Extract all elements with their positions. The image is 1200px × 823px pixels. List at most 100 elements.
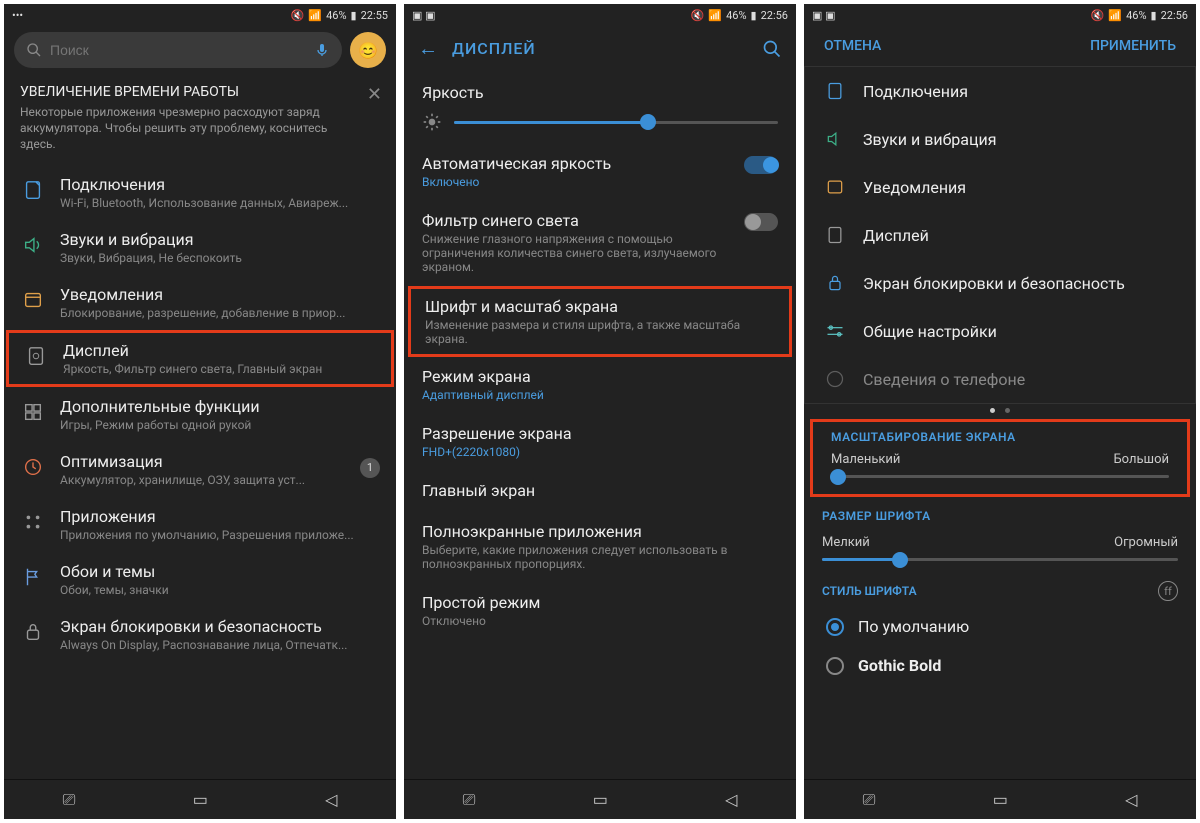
row-maintenance[interactable]: ОптимизацияАккумулятор, хранилище, ОЗУ, … [4,442,396,497]
font-style-default[interactable]: По умолчанию [804,607,1196,646]
back-icon[interactable]: ← [418,36,438,61]
battery-percent: 46% [1126,9,1146,22]
screen-zoom-block: МАСШТАБИРОВАНИЕ ЭКРАНА Маленький Большой [810,419,1190,497]
back-button[interactable]: ◁ [1125,790,1137,809]
screen-header: ← ДИСПЛЕЙ [404,26,796,71]
row-wallpaper[interactable]: Обои и темыОбои, темы, значки [4,552,396,607]
settings-icon [823,319,847,343]
row-apps[interactable]: ПриложенияПриложения по умолчанию, Разре… [4,497,396,552]
close-icon[interactable]: ✕ [367,84,382,105]
status-left-icons: ▣ ▣ [812,9,836,22]
radio-unselected[interactable] [826,657,844,675]
row-resolution[interactable]: Разрешение экрана FHD+(2220x1080) [404,414,796,471]
font-download-icon[interactable]: ff [1158,581,1178,601]
recents-button[interactable]: ⎚ [63,790,76,810]
home-button[interactable]: ▭ [193,790,208,809]
home-button[interactable]: ▭ [993,790,1008,809]
search-input[interactable] [50,42,306,58]
mic-icon[interactable] [314,42,330,58]
screen-zoom-slider[interactable] [831,475,1169,478]
back-button[interactable]: ◁ [725,790,737,809]
font-size-block: Мелкий Огромный [804,527,1196,571]
cat-sounds: Звуки и вибрация [805,115,1195,163]
font-small-label: Мелкий [822,535,870,550]
row-display[interactable]: ДисплейЯркость, Фильтр синего света, Гла… [6,330,394,387]
cat-display: Дисплей [805,211,1195,259]
search-box[interactable] [14,32,342,68]
notification-icon [823,175,847,199]
screen-zoom-heading: МАСШТАБИРОВАНИЕ ЭКРАНА [827,426,1173,448]
font-style-heading: СТИЛЬ ШРИФТА [822,584,917,598]
apps-icon [20,509,46,535]
battery-banner[interactable]: УВЕЛИЧЕНИЕ ВРЕМЕНИ РАБОТЫ Некоторые прил… [4,74,396,165]
avatar[interactable]: 😊 [350,32,386,68]
row-blue-filter[interactable]: Фильтр синего света Снижение глазного на… [404,201,796,286]
row-font-scale[interactable]: Шрифт и масштаб экрана Изменение размера… [408,286,792,357]
android-navbar: ⎚ ▭ ◁ [4,779,396,819]
display-icon [823,223,847,247]
screen-header: ОТМЕНА ПРИМЕНИТЬ [804,26,1196,66]
badge-count: 1 [360,458,380,478]
search-icon [26,42,42,58]
row-fullscreen-apps[interactable]: Полноэкранные приложения Выберите, какие… [404,512,796,583]
page-indicator [804,404,1196,417]
auto-brightness-toggle[interactable] [744,156,778,174]
wallpaper-icon [20,564,46,590]
row-auto-brightness[interactable]: Автоматическая яркость Включено [404,144,796,201]
row-simple-mode[interactable]: Простой режим Отключено [404,583,796,640]
font-big-label: Огромный [1114,535,1178,550]
sim-icon [823,79,847,103]
sound-icon [20,232,46,258]
row-lockscreen[interactable]: Экран блокировки и безопасностьAlways On… [4,607,396,662]
row-advanced[interactable]: Дополнительные функцииИгры, Режим работы… [4,387,396,442]
status-left-icons: ••• [12,9,23,22]
font-scale-screen: ▣ ▣ 🔇 📶 46% ▮ 22:56 ОТМЕНА ПРИМЕНИТЬ Под… [804,4,1196,819]
battery-icon: ▮ [351,9,357,22]
row-notifications[interactable]: УведомленияБлокирование, разрешение, доб… [4,275,396,330]
header-title: ДИСПЛЕЙ [452,39,536,58]
home-button[interactable]: ▭ [593,790,608,809]
cat-lockscreen: Экран блокировки и безопасность [805,259,1195,307]
clock: 22:55 [361,9,388,22]
clock: 22:56 [1161,9,1188,22]
mute-icon: 🔇 [1091,9,1105,22]
row-screen-mode[interactable]: Режим экрана Адаптивный дисплей [404,357,796,414]
banner-desc: Некоторые приложения чрезмерно расходуют… [20,104,380,153]
battery-icon: ▮ [751,9,757,22]
mute-icon: 🔇 [291,9,305,22]
zoom-small-label: Маленький [831,452,900,467]
battery-percent: 46% [726,9,746,22]
android-navbar: ⎚ ▭ ◁ [804,779,1196,819]
recents-button[interactable]: ⎚ [463,790,476,810]
row-sounds[interactable]: Звуки и вибрацияЗвуки, Вибрация, Не бесп… [4,220,396,275]
battery-percent: 46% [326,9,346,22]
signal-icon: 📶 [308,9,322,22]
font-size-slider[interactable] [822,558,1178,561]
radio-selected[interactable] [826,618,844,636]
brightness-slider[interactable] [454,121,778,124]
android-navbar: ⎚ ▭ ◁ [404,779,796,819]
search-icon[interactable] [762,39,782,59]
row-connections[interactable]: ПодключенияWi-Fi, Bluetooth, Использован… [4,165,396,220]
lock-icon [823,271,847,295]
font-size-heading: РАЗМЕР ШРИФТА [804,499,1196,527]
back-button[interactable]: ◁ [325,790,337,809]
status-bar: ▣ ▣ 🔇 📶 46% ▮ 22:56 [404,4,796,26]
recents-button[interactable]: ⎚ [863,790,876,810]
advanced-icon [20,399,46,425]
brightness-label: Яркость [404,71,796,108]
maintenance-icon [20,454,46,480]
cat-general: Общие настройки [805,307,1195,355]
settings-list: ПодключенияWi-Fi, Bluetooth, Использован… [4,165,396,779]
display-icon [23,343,49,369]
sound-icon [823,127,847,151]
signal-icon: 📶 [708,9,722,22]
brightness-slider-row [404,108,796,144]
font-style-gothic[interactable]: Gothic Bold [804,646,1196,685]
notification-icon [20,287,46,313]
cancel-button[interactable]: ОТМЕНА [824,38,881,54]
row-home-screen[interactable]: Главный экран [404,471,796,512]
banner-title: УВЕЛИЧЕНИЕ ВРЕМЕНИ РАБОТЫ [20,84,380,100]
blue-filter-toggle[interactable] [744,213,778,231]
apply-button[interactable]: ПРИМЕНИТЬ [1090,38,1176,54]
